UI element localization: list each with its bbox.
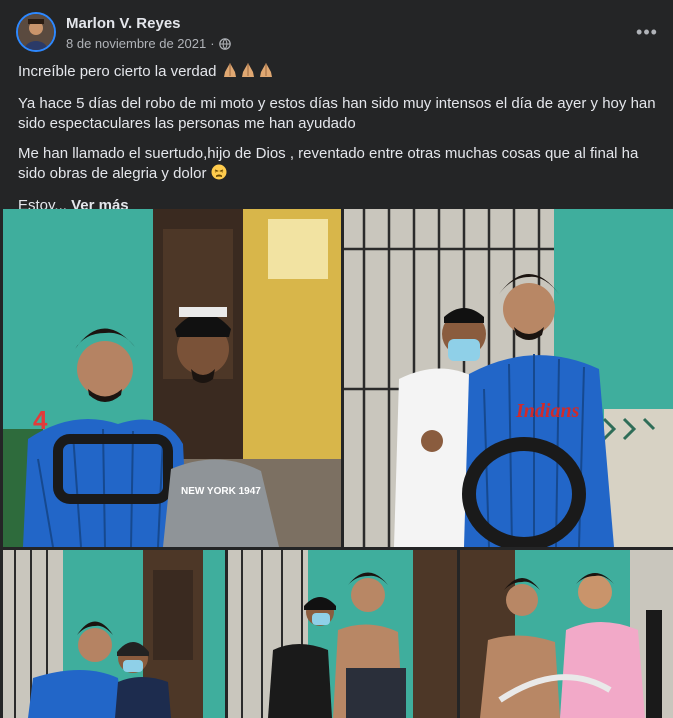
jersey-logo-text: Indians [515, 400, 580, 422]
more-icon: ••• [636, 21, 658, 42]
post-meta: 8 de noviembre de 2021 · [66, 36, 231, 51]
paragraph-text: Me han llamado el suertudo,hijo de Dios … [18, 145, 639, 182]
paragraph-text: Increíble pero cierto la verdad [18, 63, 217, 80]
post-paragraph: Increíble pero cierto la verdad [18, 62, 658, 84]
post-paragraph: Ya hace 5 días del robo de mi moto y est… [18, 95, 656, 132]
pray-hands-emoji [221, 62, 275, 84]
author-avatar[interactable] [16, 12, 56, 52]
author-name[interactable]: Marlon V. Reyes [66, 15, 181, 32]
post-photo-3[interactable] [3, 550, 225, 718]
meta-separator: · [210, 36, 215, 51]
facebook-post: Marlon V. Reyes 8 de noviembre de 2021 ·… [0, 0, 673, 718]
more-options-button[interactable]: ••• [633, 18, 661, 46]
jersey-number-text: 4 [33, 405, 48, 435]
post-photo-1[interactable]: 4 NEW YORK 1947 [3, 209, 341, 547]
post-photo-4[interactable] [228, 550, 457, 718]
post-text: Increíble pero cierto la verdad Ya hace … [18, 62, 658, 226]
globe-icon[interactable] [218, 37, 231, 50]
post-paragraph: Me han llamado el suertudo,hijo de Dios … [18, 144, 658, 186]
hoodie-print-text: NEW YORK 1947 [181, 486, 261, 497]
post-date[interactable]: 8 de noviembre de 2021 [66, 36, 206, 51]
post-photo-5[interactable] [460, 550, 673, 718]
tired-face-emoji [211, 164, 227, 186]
post-photo-2[interactable]: Indians [344, 209, 673, 547]
post-header: Marlon V. Reyes 8 de noviembre de 2021 ·… [16, 12, 661, 56]
